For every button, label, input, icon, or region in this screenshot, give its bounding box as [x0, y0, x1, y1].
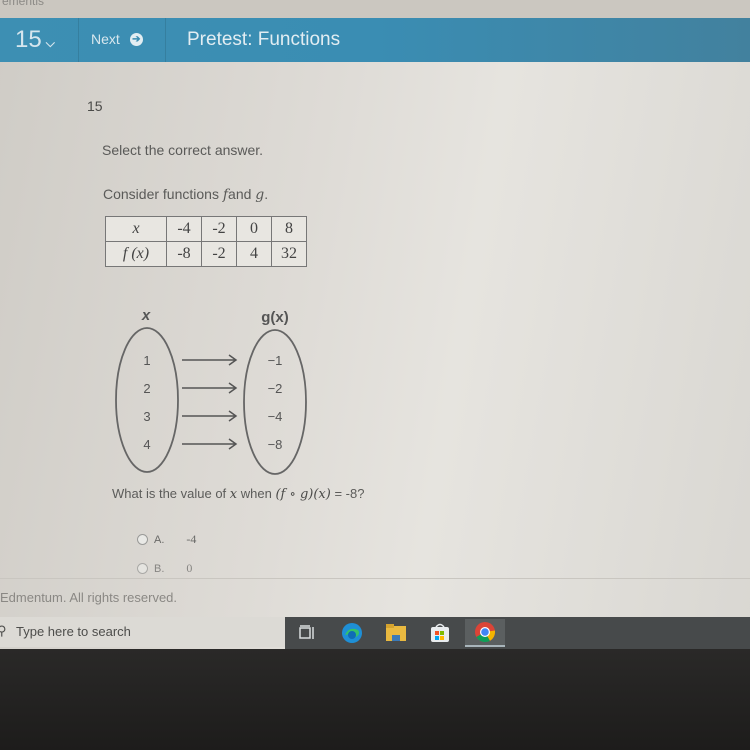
radio-button[interactable]: [137, 534, 148, 545]
chrome-icon[interactable]: [465, 619, 505, 647]
crumb-text: ementis: [2, 0, 45, 8]
answer-choice-a[interactable]: A. -4: [137, 532, 196, 547]
answer-choice-b[interactable]: B. 0: [137, 561, 192, 576]
mapping-arrow: [182, 354, 238, 366]
mapping-arrow: [182, 382, 238, 394]
table-cell: -2: [201, 216, 237, 242]
choice-letter: B.: [154, 562, 165, 575]
next-button[interactable]: Next ➔: [91, 31, 143, 47]
choice-value: 0: [186, 561, 193, 575]
row-header-fx: f (x): [105, 241, 167, 267]
consider-suffix: .: [264, 186, 269, 202]
table-cell: -4: [166, 216, 202, 242]
taskbar-search-box[interactable]: ⚲ Type here to search: [0, 617, 285, 647]
domain-value: 2: [143, 381, 150, 396]
table-cell: -8: [166, 241, 202, 267]
prompt-equals: =: [330, 486, 346, 501]
range-value: −1: [268, 353, 283, 368]
prompt-prefix: What is the value of: [112, 486, 230, 501]
row-header-x: x: [105, 216, 167, 242]
table-cell: 0: [236, 216, 272, 242]
copyright-text: Edmentum. All rights reserved.: [0, 590, 178, 605]
monitor-bezel: [0, 649, 750, 750]
question-number: 15: [15, 26, 42, 53]
choice-letter: A.: [154, 533, 165, 546]
mapping-arrow: [182, 410, 238, 422]
divider: [78, 18, 79, 62]
function-f-table: x -4 -2 0 8 f (x) -8 -2 4 32: [105, 216, 307, 267]
domain-value: 1: [143, 353, 150, 368]
domain-label: x: [141, 307, 151, 324]
prompt-value: -8?: [345, 486, 365, 501]
range-value: −4: [268, 409, 283, 424]
next-label: Next: [91, 31, 120, 47]
screen: ementis 15 ⌵ Next ➔ Pretest: Functions 1…: [0, 0, 750, 665]
consider-prefix: Consider functions: [103, 186, 223, 202]
search-placeholder: Type here to search: [16, 624, 131, 639]
function-g: g: [255, 187, 265, 203]
task-view-icon[interactable]: [293, 621, 321, 645]
test-navbar: 15 ⌵ Next ➔ Pretest: Functions: [0, 18, 750, 62]
divider: [165, 18, 166, 62]
chevron-down-icon: ⌵: [45, 35, 55, 50]
consider-and: and: [228, 186, 256, 202]
consider-text: Consider functions fand g.: [103, 186, 268, 203]
prompt-when: when: [237, 486, 276, 501]
table-row-fx: f (x) -8 -2 4 32: [105, 241, 307, 267]
instruction-text: Select the correct answer.: [102, 142, 264, 158]
table-cell: 32: [271, 241, 307, 267]
question-number-label: 15: [87, 98, 103, 114]
taskbar: [285, 617, 750, 649]
store-icon[interactable]: [426, 621, 454, 645]
mapping-diagram-g: x g(x) 1 −1 2 −2 3 −4 4 −8: [112, 300, 322, 480]
table-row-x: x -4 -2 0 8: [105, 216, 307, 242]
search-icon: ⚲: [0, 623, 7, 638]
choice-value: -4: [186, 532, 197, 546]
test-title: Pretest: Functions: [187, 29, 341, 50]
range-label: g(x): [261, 309, 289, 326]
browser-strip: ementis: [0, 0, 750, 18]
table-cell: 8: [271, 216, 307, 242]
arrow-right-circle-icon: ➔: [129, 32, 143, 46]
domain-value: 4: [143, 437, 150, 452]
table-cell: -2: [201, 241, 237, 267]
edge-icon[interactable]: [338, 621, 366, 645]
range-oval: [243, 329, 307, 475]
range-value: −2: [268, 381, 283, 396]
prompt-expression: (f ∘ g)(x): [275, 487, 331, 502]
table-cell: 4: [236, 241, 272, 267]
mapping-arrow: [182, 438, 238, 450]
radio-button[interactable]: [137, 563, 148, 574]
question-selector[interactable]: 15 ⌵: [15, 26, 55, 54]
question-prompt: What is the value of x when (f ∘ g)(x) =…: [112, 486, 364, 502]
range-value: −8: [268, 437, 283, 452]
footer-divider: [0, 578, 750, 579]
domain-value: 3: [143, 409, 150, 424]
file-explorer-icon[interactable]: [382, 621, 410, 645]
